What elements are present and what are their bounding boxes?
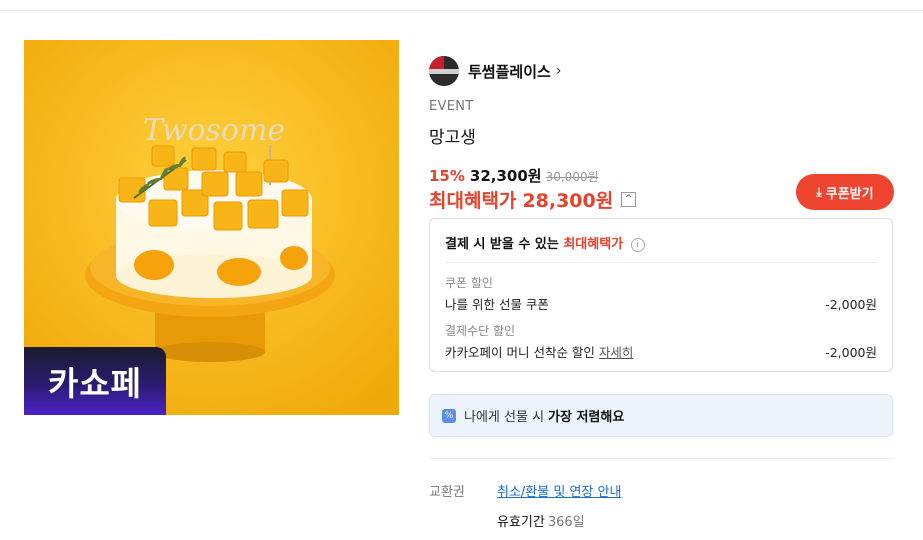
get-coupon-label: 쿠폰받기 [825, 185, 874, 201]
benefit-heading: 결제 시 받을 수 있는 최대혜택가 i [445, 233, 645, 252]
coupon-discount-amount: -2,000원 [825, 297, 877, 312]
collapse-icon[interactable]: ^ [621, 192, 637, 207]
price-row: 15% 32,300원 30,000원 [429, 165, 599, 186]
discount-rate: 15% [429, 167, 465, 185]
coupon-discount-item: 나를 위한 선물 쿠폰 [445, 297, 549, 312]
max-benefit-label: 최대혜택가 [429, 190, 517, 212]
coupon-discount-category: 쿠폰 할인 [445, 276, 493, 290]
refund-policy-link[interactable]: 취소/환불 및 연장 안내 [497, 481, 621, 500]
brand-logo [429, 56, 459, 86]
product-image: Twosome 카쇼페 [24, 40, 399, 415]
payment-discount-category: 결제수단 할인 [445, 324, 516, 338]
benefit-divider [445, 262, 877, 263]
top-divider [0, 10, 923, 11]
benefit-box: 결제 시 받을 수 있는 최대혜택가 i 쿠폰 할인 나를 위한 선물 쿠폰 -… [429, 218, 893, 372]
kashope-badge: 카쇼페 [24, 347, 166, 415]
section-divider [429, 458, 893, 459]
svg-text:Twosome: Twosome [143, 113, 285, 148]
validity-value: 366일 [547, 515, 585, 530]
brand-link[interactable]: 투썸플레이스 › [429, 56, 561, 86]
payment-discount-item: 카카오페이 머니 선착순 할인 자세히 [445, 345, 634, 360]
sale-price: 32,300원 [469, 167, 542, 185]
get-coupon-button[interactable]: ⤓ 쿠폰받기 [796, 174, 894, 210]
benefit-heading-accent: 최대혜택가 [563, 237, 624, 252]
voucher-label: 교환권 [429, 485, 465, 500]
validity-label: 유효기간 [497, 515, 545, 530]
validity-row: 유효기간 366일 [497, 511, 585, 530]
discount-tag-icon: % [442, 408, 456, 423]
gift-banner-strong: 가장 저렴해요 [548, 410, 625, 425]
details-link[interactable]: 자세히 [599, 345, 634, 360]
max-benefit-price: 28,300원 [522, 190, 614, 212]
download-icon: ⤓ [816, 184, 822, 199]
product-title: 망고생 [429, 128, 476, 148]
brand-name: 투썸플레이스 [468, 62, 551, 81]
info-icon[interactable]: i [630, 237, 645, 252]
original-price: 30,000원 [545, 170, 599, 184]
gift-banner-prefix: 나에게 선물 시 [464, 410, 545, 425]
chevron-right-icon: › [555, 63, 562, 79]
payment-discount-amount: -2,000원 [825, 345, 877, 360]
max-benefit-row: 최대혜택가 28,300원 ^ [429, 186, 637, 213]
gift-banner[interactable]: % 나에게 선물 시 가장 저렴해요 [429, 394, 893, 437]
event-label: EVENT [429, 99, 474, 114]
